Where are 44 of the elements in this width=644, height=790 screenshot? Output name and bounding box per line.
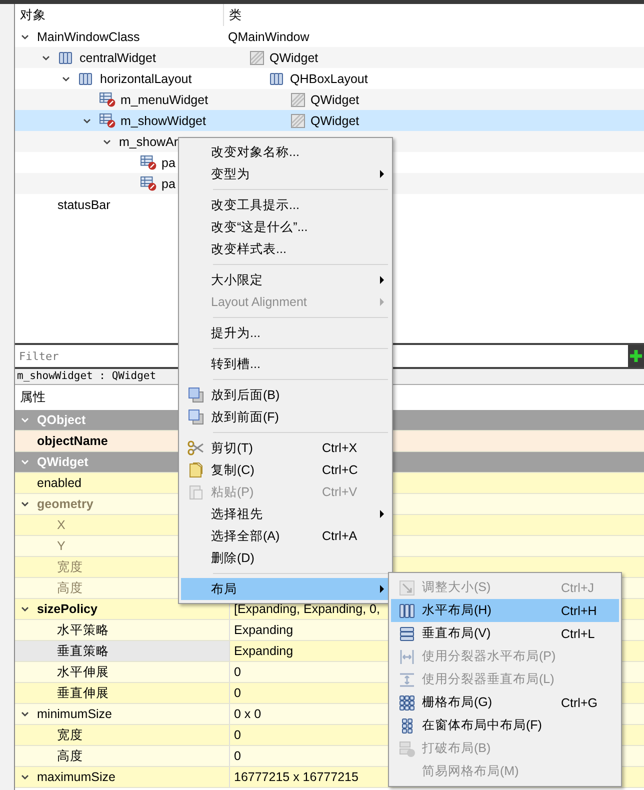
- class-name: QWidget: [310, 114, 360, 128]
- object-name: statusBar: [58, 198, 110, 212]
- property-name: 垂直策略: [57, 642, 109, 660]
- property-name: 宽度: [57, 726, 83, 744]
- object-name: centralWidget: [80, 50, 156, 64]
- property-name: 水平伸展: [57, 664, 109, 680]
- property-name: geometry: [37, 497, 94, 511]
- class-name: QWidget: [310, 92, 360, 106]
- object-name: m_menuWidget: [120, 92, 208, 106]
- class-name: QMainWindow: [228, 30, 310, 44]
- property-name: maximumSize: [37, 770, 116, 784]
- column-header: 属性: [20, 389, 46, 406]
- column-header: 对象: [20, 6, 46, 24]
- property-value: 0: [234, 749, 241, 763]
- property-name: 高度: [57, 580, 83, 596]
- object-name: m_showWidget: [120, 114, 206, 128]
- property-value: Expanding: [234, 623, 294, 637]
- property-name: minimumSize: [37, 707, 112, 721]
- property-name: 高度: [57, 748, 83, 764]
- property-name: 垂直伸展: [57, 684, 109, 702]
- property-name: X: [57, 518, 66, 532]
- class-name: QWidget: [270, 50, 318, 64]
- object-name: pa: [162, 156, 176, 170]
- property-name: sizePolicy: [37, 602, 98, 616]
- object-name: pa: [162, 176, 176, 190]
- column-header: 类: [229, 6, 242, 24]
- section-title: QObject: [37, 413, 86, 427]
- property-value: 0: [234, 686, 241, 700]
- property-value: Expanding: [234, 644, 294, 658]
- property-value: 0: [234, 728, 241, 742]
- object-name: MainWindowClass: [37, 30, 140, 44]
- property-name: 宽度: [57, 558, 83, 576]
- property-name: 水平策略: [57, 622, 109, 638]
- section-title: QWidget: [37, 455, 88, 469]
- property-value: 0: [234, 665, 241, 679]
- property-value: [Expanding, Expanding, 0,: [234, 602, 380, 616]
- class-name: QHBoxLayout: [290, 72, 368, 86]
- object-name: m_showAr: [119, 134, 178, 148]
- property-value: 16777215 x 16777215: [234, 770, 358, 784]
- property-name: enabled: [37, 476, 82, 490]
- property-value: 0 x 0: [234, 707, 262, 721]
- object-name: horizontalLayout: [100, 72, 192, 86]
- property-name: objectName: [37, 434, 108, 448]
- property-name: Y: [57, 539, 66, 553]
